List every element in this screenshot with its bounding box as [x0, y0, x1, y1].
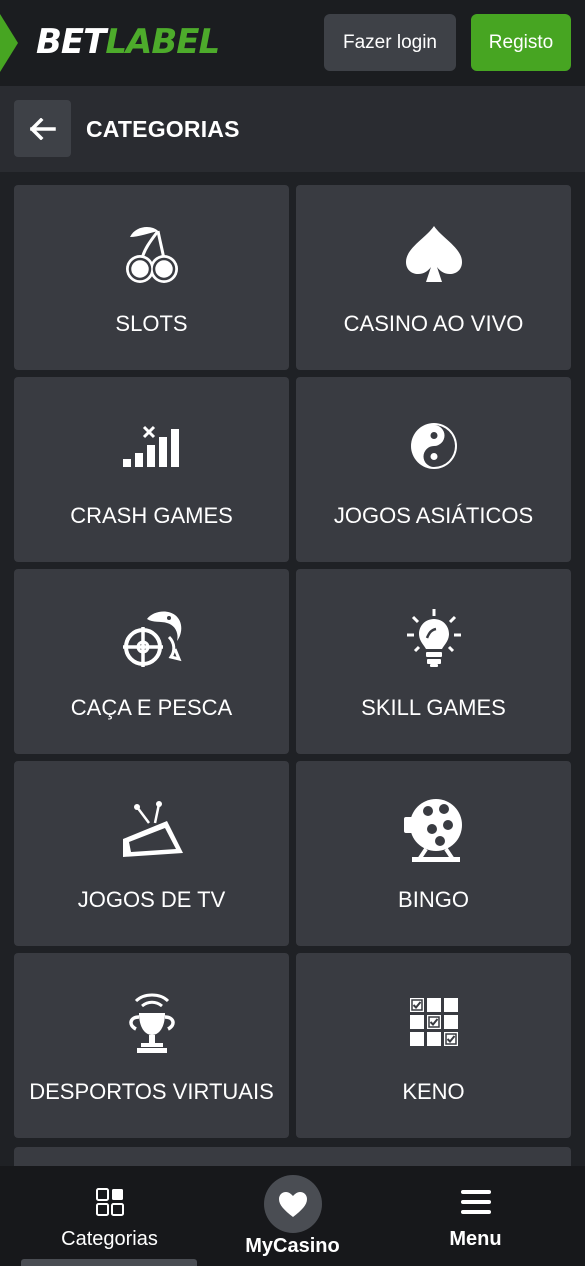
category-label: JOGOS ASIÁTICOS	[333, 503, 534, 528]
nav-menu-label: Menu	[449, 1228, 502, 1250]
categories-grid-icon	[95, 1188, 124, 1216]
spade-icon	[405, 226, 462, 282]
category-tile-desportos-virtuais[interactable]: DESPORTOS VIRTUAIS	[14, 953, 289, 1138]
category-tile-bingo[interactable]: BINGO	[296, 761, 571, 946]
lightbulb-icon	[406, 609, 461, 667]
arrow-left-icon	[29, 117, 56, 140]
category-tile-slots[interactable]: SLOTS	[14, 185, 289, 370]
bottom-nav: Categorias MyCasino Menu	[0, 1166, 585, 1266]
category-label: SLOTS	[115, 311, 188, 336]
keno-grid-icon	[409, 998, 458, 1046]
category-label: JOGOS DE TV	[77, 887, 226, 912]
yin-yang-icon	[410, 423, 457, 469]
betlabel-logo[interactable]: BET LABEL	[36, 22, 220, 62]
logo-bet-text: BET	[36, 22, 106, 62]
nav-categorias[interactable]: Categorias	[12, 1166, 207, 1266]
active-tab-indicator	[21, 1259, 197, 1266]
cherries-icon	[125, 227, 178, 283]
nav-mycasino[interactable]: MyCasino	[195, 1166, 390, 1266]
heart-icon	[278, 1191, 307, 1217]
category-label: SKILL GAMES	[361, 695, 506, 720]
category-grid: SLOTS CASINO AO VIVO CRASH GAMES JOGOS A…	[14, 185, 571, 1138]
wifi-trophy-icon	[128, 993, 175, 1053]
category-tile-crash-games[interactable]: CRASH GAMES	[14, 377, 289, 562]
back-button[interactable]	[14, 100, 71, 157]
bingo-cage-icon	[403, 799, 462, 863]
tv-icon	[122, 801, 183, 857]
category-label: KENO	[402, 1079, 465, 1104]
login-button[interactable]: Fazer login	[324, 14, 456, 71]
category-label: CRASH GAMES	[70, 503, 233, 528]
category-tile-keno[interactable]: KENO	[296, 953, 571, 1138]
logo-label-text: LABEL	[105, 22, 220, 62]
category-tile-jogos-asiaticos[interactable]: JOGOS ASIÁTICOS	[296, 377, 571, 562]
crash-bars-icon	[122, 425, 179, 467]
category-label: CASINO AO VIVO	[343, 311, 524, 336]
category-label: CAÇA E PESCA	[70, 695, 233, 720]
category-tile-casino-ao-vivo[interactable]: CASINO AO VIVO	[296, 185, 571, 370]
top-bar: BET LABEL Fazer login Registo	[0, 0, 585, 86]
fish-crosshair-icon	[122, 611, 181, 667]
mycasino-button[interactable]	[263, 1175, 322, 1233]
register-button[interactable]: Registo	[471, 14, 571, 71]
category-label: BINGO	[398, 887, 469, 912]
nav-menu[interactable]: Menu	[378, 1166, 573, 1266]
category-tile-caca-e-pesca[interactable]: CAÇA E PESCA	[14, 569, 289, 754]
hamburger-menu-icon	[460, 1190, 491, 1214]
brand-chevron-icon	[0, 14, 18, 72]
page-title: CATEGORIAS	[86, 116, 240, 142]
category-tile-jogos-de-tv[interactable]: JOGOS DE TV	[14, 761, 289, 946]
nav-mycasino-label: MyCasino	[245, 1235, 340, 1257]
category-tile-skill-games[interactable]: SKILL GAMES	[296, 569, 571, 754]
category-label: DESPORTOS VIRTUAIS	[29, 1079, 274, 1104]
categories-header: CATEGORIAS	[0, 86, 585, 172]
nav-categorias-label: Categorias	[61, 1228, 158, 1250]
